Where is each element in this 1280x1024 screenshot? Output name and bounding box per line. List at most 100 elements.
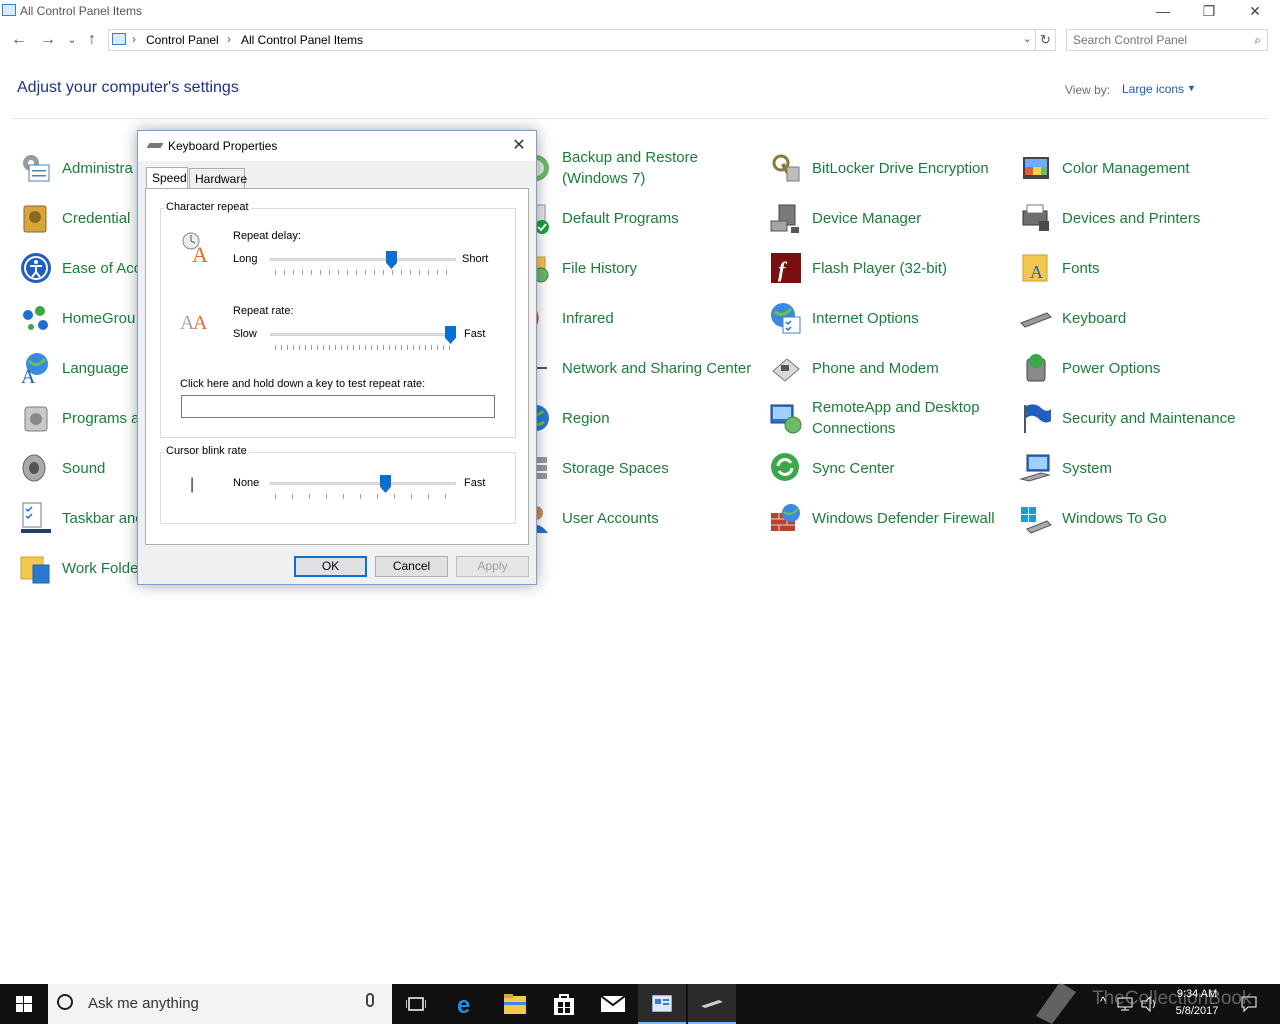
cp-item-keyboard[interactable]: Keyboard [1019,295,1264,341]
cp-item-system[interactable]: System [1019,445,1264,491]
tab-speed[interactable]: Speed [146,167,188,189]
cp-item-user-accounts[interactable]: User Accounts [519,495,764,541]
store-icon [554,994,574,1015]
address-bar[interactable]: › Control Panel › All Control Panel Item… [108,29,1036,51]
cp-item-device-manager[interactable]: Device Manager [769,195,1014,241]
task-view-button[interactable] [392,984,440,1024]
cp-item-windows-defender-firewall[interactable]: Windows Defender Firewall [769,495,1014,541]
cp-item-label: Backup and Restore (Windows 7) [562,149,698,187]
slider-ticks [275,494,453,499]
cp-item-backup-and-restore[interactable]: Backup and Restore (Windows 7) [519,145,764,191]
cp-item-color-management[interactable]: Color Management [1019,145,1264,191]
cp-item-file-history[interactable]: File History [519,245,764,291]
cp-item-phone-and-modem[interactable]: Phone and Modem [769,345,1014,391]
slider-thumb[interactable] [386,251,397,269]
slider-thumb[interactable] [380,475,391,493]
taskbar-mail-button[interactable] [589,984,637,1024]
cp-item-security-and-maintenance[interactable]: Security and Maintenance [1019,395,1264,441]
page-title: Adjust your computer's settings [17,79,239,96]
cp-item-infrared[interactable]: Infrared [519,295,764,341]
restore-button[interactable]: ❐ [1186,0,1232,24]
work-folders-icon [20,556,50,584]
test-repeat-input[interactable] [181,395,495,418]
clock-date[interactable]: 5/8/2017 [1170,1005,1224,1017]
address-dropdown-icon[interactable]: ⌄ [1023,32,1032,45]
repeat-delay-label: Repeat delay: [233,230,301,242]
recent-locations-button[interactable]: ⌄ [62,30,82,50]
back-button[interactable]: ← [9,30,29,50]
repeat-rate-slider[interactable] [270,324,456,352]
taskbar-edge-button[interactable]: e [443,984,491,1024]
keyboard-icon [701,1000,723,1008]
language-icon: A [21,353,48,385]
cp-item-label: Internet Options [812,309,919,327]
dialog-title-bar[interactable]: Keyboard Properties ✕ [138,131,536,161]
search-box[interactable]: ⌕ [1066,29,1268,51]
slider-thumb[interactable] [445,326,456,344]
homegroup-icon [23,306,48,330]
minimize-button[interactable]: — [1140,0,1186,24]
cp-item-devices-and-printers[interactable]: Devices and Printers [1019,195,1264,241]
repeat-rate-min-label: Slow [233,328,257,340]
cp-item-label: Fonts [1062,259,1100,277]
cp-item-label: Default Programs [562,209,679,227]
cp-item-storage-spaces[interactable]: Storage Spaces [519,445,764,491]
cp-item-label: Color Management [1062,159,1190,177]
cp-item-label: Windows To Go [1062,509,1167,527]
svg-text:A: A [193,312,208,334]
cp-item-flash-player[interactable]: f Flash Player (32-bit) [769,245,1014,291]
cursor-preview: | [190,476,195,493]
search-icon[interactable]: ⌕ [1254,33,1261,48]
refresh-button[interactable]: ↻ [1036,29,1056,51]
cp-item-label: Power Options [1062,359,1161,377]
control-panel-icon [112,33,126,45]
taskbar-store-button[interactable] [540,984,588,1024]
svg-text:A: A [21,366,36,385]
cursor-blink-slider[interactable] [270,473,456,501]
ok-button[interactable]: OK [294,556,367,577]
cp-item-internet-options[interactable]: Internet Options [769,295,1014,341]
close-button[interactable]: ✕ [1232,0,1278,24]
up-button[interactable]: ↑ [82,30,102,50]
start-button[interactable] [0,984,48,1024]
cp-item-windows-to-go[interactable]: Windows To Go [1019,495,1264,541]
clock-time[interactable]: 9:34 AM [1170,988,1224,1000]
apply-button[interactable]: Apply [456,556,529,577]
taskbar-keyboard-button[interactable] [688,984,736,1024]
taskbar-file-explorer-button[interactable] [491,984,539,1024]
cp-item-remoteapp[interactable]: RemoteApp and Desktop Connections [769,395,1014,441]
cp-item-default-programs[interactable]: Default Programs [519,195,764,241]
cp-item-power-options[interactable]: Power Options [1019,345,1264,391]
title-bar: All Control Panel Items — ❐ ✕ [0,0,1280,24]
cp-item-sync-center[interactable]: Sync Center [769,445,1014,491]
forward-button[interactable]: → [38,30,58,50]
search-input[interactable] [1073,32,1243,48]
cp-item-label: Network and Sharing Center [562,359,752,377]
printer-icon [1022,204,1049,231]
task-view-icon [406,997,426,1011]
microphone-icon[interactable] [366,993,374,1007]
cancel-button[interactable]: Cancel [375,556,448,577]
breadcrumb-control-panel[interactable]: Control Panel [146,33,219,47]
tab-hardware[interactable]: Hardware [189,168,247,189]
divider [12,118,1268,119]
dialog-close-button[interactable]: ✕ [506,135,532,157]
window-title: All Control Panel Items [20,4,143,18]
breadcrumb-all-items[interactable]: All Control Panel Items [241,33,363,47]
remoteapp-icon [770,404,802,434]
cp-item-label: Sync Center [812,459,895,477]
taskbar-icon [21,502,51,533]
keyboard-icon [146,143,164,148]
chevron-down-icon[interactable]: ▼ [1187,83,1196,93]
view-by-dropdown[interactable]: Large icons [1122,82,1184,96]
flag-icon [1024,404,1051,433]
cp-item-region[interactable]: Region [519,395,764,441]
cp-item-fonts[interactable]: A Fonts [1019,245,1264,291]
repeat-delay-slider[interactable] [270,249,456,277]
cp-item-bitlocker[interactable]: BitLocker Drive Encryption [769,145,1014,191]
cp-item-network-and-sharing[interactable]: Network and Sharing Center [519,345,764,391]
repeat-rate-icon: A A [180,312,208,334]
taskbar-control-panel-button[interactable] [638,984,686,1024]
control-panel-icon [652,995,672,1012]
cortana-search-box[interactable]: Ask me anything [48,984,392,1024]
